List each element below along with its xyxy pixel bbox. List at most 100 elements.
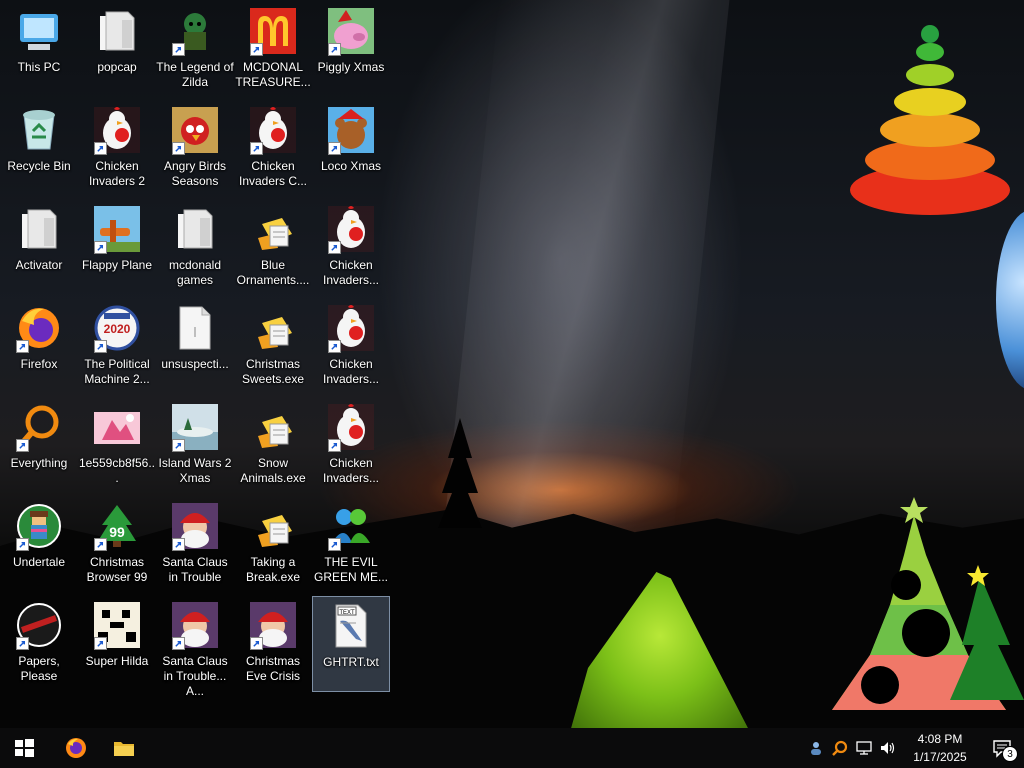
desktop-icon[interactable]: Flappy Plane: [78, 200, 156, 296]
bear-icon: [326, 105, 376, 155]
desktop-icon-label: This PC: [17, 60, 61, 74]
game-icon: [170, 6, 220, 56]
start-button[interactable]: [0, 728, 48, 768]
desktop-icon[interactable]: mcdonald games: [156, 200, 234, 296]
shortcut-arrow-icon: [16, 439, 29, 452]
desktop-icon[interactable]: Angry Birds Seasons: [156, 101, 234, 197]
shortcut-arrow-icon: [250, 142, 263, 155]
spiral-christmas-tree: [850, 25, 1010, 215]
desktop-icon-label: MCDONAL TREASURE...: [235, 60, 311, 89]
volume-icon[interactable]: [876, 728, 900, 768]
desktop-icon-label: Christmas Eve Crisis: [245, 654, 300, 683]
folder-icon: [14, 204, 64, 254]
clock[interactable]: 4:08 PM 1/17/2025: [900, 730, 980, 766]
shortcut-arrow-icon: [328, 43, 341, 56]
shortcut-arrow-icon: [328, 340, 341, 353]
desktop-icon[interactable]: unsuspecti...: [156, 299, 234, 395]
windows-logo-icon: [15, 739, 34, 757]
desktop-icon[interactable]: TEXT GHTRT.txt: [312, 596, 390, 692]
messenger-icon: [326, 501, 376, 551]
installer-icon: [248, 204, 298, 254]
pig-icon: [326, 6, 376, 56]
desktop-icon[interactable]: Papers, Please: [0, 596, 78, 692]
plane-icon: [92, 204, 142, 254]
network-icon[interactable]: [852, 728, 876, 768]
desktop-icon[interactable]: MCDONAL TREASURE...: [234, 2, 312, 98]
desktop-icon[interactable]: Recycle Bin: [0, 101, 78, 197]
desktop-icon-label: Chicken Invaders...: [322, 456, 380, 485]
people-icon[interactable]: [804, 728, 828, 768]
desktop-icon[interactable]: Christmas Sweets.exe: [234, 299, 312, 395]
taskbar-firefox-button[interactable]: [52, 728, 100, 768]
desktop-icon[interactable]: Undertale: [0, 497, 78, 593]
shortcut-arrow-icon: [328, 142, 341, 155]
desktop-icon[interactable]: Loco Xmas: [312, 101, 390, 197]
firefox-icon: [14, 303, 64, 353]
taskbar-file-explorer-button[interactable]: [100, 728, 148, 768]
desktop-icon[interactable]: Taking a Break.exe: [234, 497, 312, 593]
svg-text:99: 99: [109, 524, 125, 540]
shortcut-arrow-icon: [328, 439, 341, 452]
desktop-icon[interactable]: 99 Christmas Browser 99: [78, 497, 156, 593]
political-machine-icon: 2020: [92, 303, 142, 353]
desktop-icon-label: The Legend of Zilda: [156, 60, 234, 89]
shortcut-arrow-icon: [172, 439, 185, 452]
shortcut-arrow-icon: [250, 43, 263, 56]
desktop-icon[interactable]: Santa Claus in Trouble... A...: [156, 596, 234, 698]
everything-search-icon: [14, 402, 64, 452]
desktop-icon[interactable]: THE EVIL GREEN ME...: [312, 497, 390, 593]
christmas-tree-icon: 99: [92, 501, 142, 551]
snow-globe: [996, 210, 1024, 390]
text-file-icon: TEXT: [326, 601, 376, 651]
everything-search-icon[interactable]: [828, 728, 852, 768]
santa-icon: [170, 501, 220, 551]
desktop-icon[interactable]: Activator: [0, 200, 78, 296]
desktop-icon[interactable]: Super Hilda: [78, 596, 156, 692]
desktop-icon-label: Island Wars 2 Xmas: [158, 456, 232, 485]
clock-time: 4:08 PM: [917, 732, 963, 746]
desktop-icon-label: THE EVIL GREEN ME...: [313, 555, 388, 584]
desktop-icon[interactable]: Chicken Invaders...: [312, 200, 390, 296]
desktop-icon[interactable]: Snow Animals.exe: [234, 398, 312, 494]
desktop-icon[interactable]: Piggly Xmas: [312, 2, 390, 98]
desktop-icon[interactable]: Chicken Invaders 2: [78, 101, 156, 197]
desktop-icon-label: Christmas Sweets.exe: [241, 357, 305, 386]
chicken-icon: [92, 105, 142, 155]
desktop-icon-label: unsuspecti...: [161, 357, 229, 371]
desktop-icon[interactable]: Everything: [0, 398, 78, 494]
shortcut-arrow-icon: [16, 637, 29, 650]
desktop-icon-label: Loco Xmas: [320, 159, 382, 173]
desktop-icon[interactable]: Chicken Invaders C...: [234, 101, 312, 197]
desktop-icon[interactable]: Chicken Invaders...: [312, 299, 390, 395]
file-icon: [170, 303, 220, 353]
shortcut-arrow-icon: [172, 142, 185, 155]
folder-icon: [170, 204, 220, 254]
clock-date: 1/17/2025: [913, 750, 967, 764]
desktop-icon[interactable]: Blue Ornaments....: [234, 200, 312, 296]
desktop-icon[interactable]: Chicken Invaders...: [312, 398, 390, 494]
desktop-icon[interactable]: popcap: [78, 2, 156, 98]
desktop-icon-label: popcap: [97, 60, 137, 74]
desktop-icon[interactable]: 1e559cb8f56...: [78, 398, 156, 494]
recycle-bin-icon: [14, 105, 64, 155]
pine-trees: [438, 418, 482, 528]
chicken-icon: [326, 303, 376, 353]
desktop-icon[interactable]: Santa Claus in Trouble: [156, 497, 234, 593]
desktop-icon[interactable]: The Legend of Zilda: [156, 2, 234, 98]
desktop-icon-label: GHTRT.txt: [323, 655, 379, 669]
shortcut-arrow-icon: [94, 538, 107, 551]
chicken-icon: [326, 204, 376, 254]
svg-text:TEXT: TEXT: [339, 610, 355, 616]
firefox-icon: [66, 738, 86, 758]
desktop-icon-label: Chicken Invaders C...: [238, 159, 308, 188]
pixel-icon: [92, 600, 142, 650]
desktop-icon-label: Flappy Plane: [81, 258, 153, 272]
desktop-icon-label: Piggly Xmas: [317, 60, 385, 74]
santa-icon: [248, 600, 298, 650]
desktop-icon[interactable]: Firefox: [0, 299, 78, 395]
action-center-button[interactable]: 3: [980, 728, 1024, 768]
desktop-icon[interactable]: Island Wars 2 Xmas: [156, 398, 234, 494]
desktop-icon[interactable]: 2020 The Political Machine 2...: [78, 299, 156, 395]
desktop-icon[interactable]: This PC: [0, 2, 78, 98]
desktop-icon[interactable]: Christmas Eve Crisis: [234, 596, 312, 692]
